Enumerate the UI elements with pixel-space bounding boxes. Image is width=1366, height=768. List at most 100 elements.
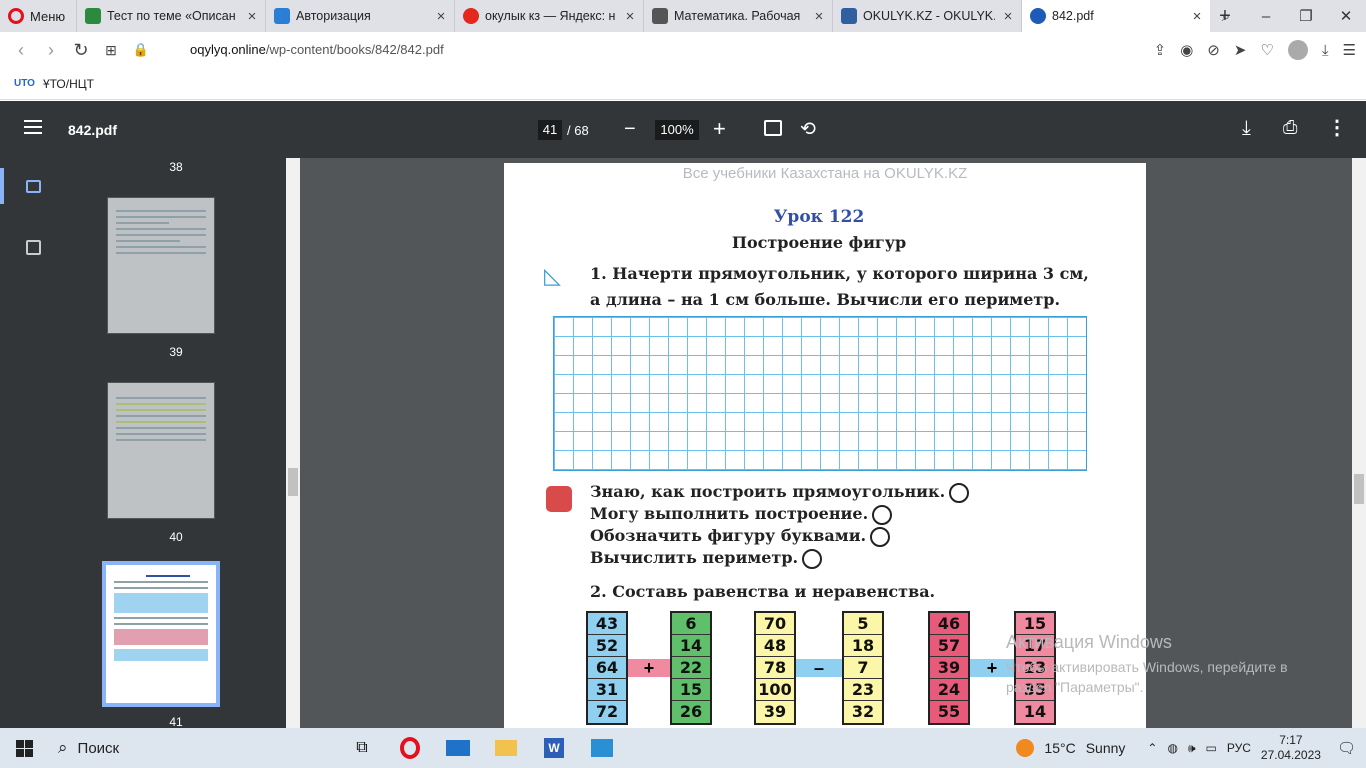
rail-selection-indicator bbox=[0, 168, 4, 204]
number-column: 6 14 22 15 26 bbox=[670, 611, 712, 725]
easy-setup-icon[interactable]: ☰ bbox=[1343, 41, 1356, 59]
battery-icon[interactable]: ▭ bbox=[1206, 741, 1217, 755]
heart-icon[interactable]: ♡ bbox=[1260, 41, 1273, 59]
windows-start-icon[interactable] bbox=[0, 728, 48, 768]
tab-okulyk[interactable]: OKULYK.KZ - OKULYK.K × bbox=[832, 0, 1021, 32]
fit-page-icon[interactable] bbox=[764, 120, 782, 136]
opera-menu-label: Меню bbox=[30, 8, 66, 24]
number-cell: 78 bbox=[756, 657, 794, 679]
download-icon[interactable]: ⤓ bbox=[1322, 42, 1329, 59]
sidebar-rail bbox=[0, 158, 66, 728]
task-view-icon[interactable]: ⧉ bbox=[338, 728, 386, 768]
thumbnail-page[interactable] bbox=[107, 382, 215, 519]
rotate-icon[interactable]: ⟲ bbox=[800, 118, 816, 141]
back-icon[interactable]: ‹ bbox=[6, 40, 36, 61]
number-column: 5 18 7 23 32 bbox=[842, 611, 884, 725]
thumb-number: 41 bbox=[169, 715, 183, 728]
taskbar: ⌕ Поиск ⧉ W 15°C Sunny ⌃ ◍ 🕪 ▭ РУС 7:17 … bbox=[0, 728, 1366, 768]
close-icon[interactable]: × bbox=[623, 8, 637, 25]
number-cell: 7 bbox=[844, 657, 882, 679]
viewer-scrollbar[interactable] bbox=[1352, 158, 1366, 728]
number-column: 46 57 39 24 55 bbox=[928, 611, 970, 725]
task1-line2: а длина – на 1 см больше. Вычисли его пе… bbox=[590, 290, 1061, 309]
maximize-icon[interactable]: ❐ bbox=[1286, 7, 1326, 25]
share-icon[interactable]: ⇪ bbox=[1154, 41, 1167, 59]
thumbnails-icon[interactable] bbox=[26, 180, 41, 193]
tab-math[interactable]: Математика. Рабочая × bbox=[643, 0, 832, 32]
network-icon[interactable]: ◍ bbox=[1167, 741, 1177, 755]
taskbar-search[interactable]: ⌕ Поиск bbox=[48, 728, 338, 768]
send-icon[interactable]: ➤ bbox=[1234, 41, 1247, 59]
thumbnail-page[interactable] bbox=[107, 197, 215, 334]
tab-test[interactable]: Тест по теме «Описан × bbox=[76, 0, 265, 32]
opera-taskbar-icon[interactable] bbox=[386, 728, 434, 768]
print-icon[interactable]: ⎙ bbox=[1283, 117, 1297, 138]
tab-pdf[interactable]: 842.pdf × bbox=[1021, 0, 1210, 32]
weather-icon[interactable] bbox=[1016, 739, 1035, 757]
mail-icon[interactable] bbox=[434, 728, 482, 768]
thumb-number: 40 bbox=[169, 530, 183, 544]
search-tabs-icon[interactable]: ⌕ bbox=[1206, 8, 1246, 25]
app-icon[interactable] bbox=[578, 728, 626, 768]
volume-icon[interactable]: 🕪 bbox=[1188, 741, 1196, 756]
close-icon[interactable]: × bbox=[434, 8, 448, 25]
word-icon[interactable]: W bbox=[530, 728, 578, 768]
explorer-icon[interactable] bbox=[482, 728, 530, 768]
close-icon[interactable]: × bbox=[1001, 8, 1015, 25]
number-cell: 52 bbox=[588, 635, 626, 657]
lock-icon[interactable]: 🔒 bbox=[126, 42, 156, 58]
page-number-input[interactable]: 41 bbox=[538, 120, 562, 140]
notifications-icon[interactable]: 🗨 bbox=[1337, 739, 1356, 757]
weather-temp[interactable]: 15°C bbox=[1044, 740, 1075, 756]
zoom-input[interactable]: 100% bbox=[655, 120, 699, 140]
number-cell: 14 bbox=[1023, 702, 1047, 721]
avatar[interactable] bbox=[1287, 40, 1308, 60]
speed-dial-icon[interactable]: ⊞ bbox=[96, 42, 126, 59]
close-icon[interactable]: × bbox=[1190, 8, 1204, 25]
task1-text: 1. Начерти прямоугольник, у которого шир… bbox=[590, 261, 1090, 313]
number-cell: 64 bbox=[588, 657, 626, 679]
download-pdf-icon[interactable]: ⤓ bbox=[1242, 117, 1251, 140]
triangle-ruler-icon: ◺ bbox=[544, 263, 561, 288]
thumbnail-panel: 38 39 40 41 bbox=[66, 158, 286, 728]
menu-icon[interactable] bbox=[24, 120, 42, 134]
number-cell: 32 bbox=[851, 702, 875, 721]
search-label: Поиск bbox=[77, 739, 120, 757]
forward-icon[interactable]: › bbox=[36, 40, 66, 61]
opera-menu-button[interactable]: Меню bbox=[0, 0, 76, 32]
wordpress-icon bbox=[1030, 8, 1046, 24]
chevron-up-icon[interactable]: ⌃ bbox=[1147, 741, 1157, 755]
adblock-icon[interactable]: ⊘ bbox=[1207, 41, 1220, 59]
close-icon[interactable]: × bbox=[245, 8, 259, 25]
tab-yandex[interactable]: окулык кз — Яндекс: н × bbox=[454, 0, 643, 32]
url-path: /wp-content/books/842/842.pdf bbox=[265, 42, 444, 57]
thumbnail-page-selected[interactable] bbox=[102, 561, 220, 707]
check-circle bbox=[872, 504, 893, 525]
task1-line1: 1. Начерти прямоугольник, у которого шир… bbox=[590, 264, 1089, 283]
camera-icon[interactable]: ◉ bbox=[1180, 41, 1193, 59]
minimize-icon[interactable]: – bbox=[1246, 8, 1286, 25]
zoom-out-icon[interactable]: − bbox=[624, 118, 636, 141]
close-icon[interactable]: × bbox=[812, 8, 826, 25]
pdf-viewer: Все учебники Казахстана на OKULYK.KZ Уро… bbox=[300, 158, 1352, 728]
number-cell: 43 bbox=[588, 613, 626, 635]
close-window-icon[interactable]: ✕ bbox=[1326, 7, 1366, 25]
system-tray: 15°C Sunny ⌃ ◍ 🕪 ▭ РУС 7:17 27.04.2023 🗨 bbox=[1016, 728, 1366, 768]
tab-authorization[interactable]: Авторизация × bbox=[265, 0, 454, 32]
url-field[interactable]: oqylyq.online/wp-content/books/842/842.p… bbox=[190, 42, 444, 57]
weather-text[interactable]: Sunny bbox=[1086, 740, 1126, 756]
clock[interactable]: 7:17 27.04.2023 bbox=[1261, 733, 1321, 763]
outline-icon[interactable] bbox=[26, 240, 41, 255]
zoom-in-icon[interactable]: + bbox=[713, 116, 726, 142]
bookmark-item[interactable]: ҰТО/НЦТ bbox=[43, 77, 94, 91]
reload-icon[interactable]: ↻ bbox=[66, 40, 96, 61]
more-options-icon[interactable]: ⋮ bbox=[1327, 115, 1347, 140]
language-indicator[interactable]: РУС bbox=[1227, 741, 1251, 755]
number-cell: 14 bbox=[672, 635, 710, 657]
self-check-list: Знаю, как построить прямоугольник. Могу … bbox=[590, 481, 970, 569]
tab-title: Математика. Рабочая bbox=[674, 9, 801, 23]
thumbnail-scrollbar[interactable] bbox=[286, 158, 300, 728]
checkmark-icon bbox=[85, 8, 101, 24]
number-cell: 22 bbox=[672, 657, 710, 679]
tab-title: окулык кз — Яндекс: н bbox=[485, 9, 616, 23]
